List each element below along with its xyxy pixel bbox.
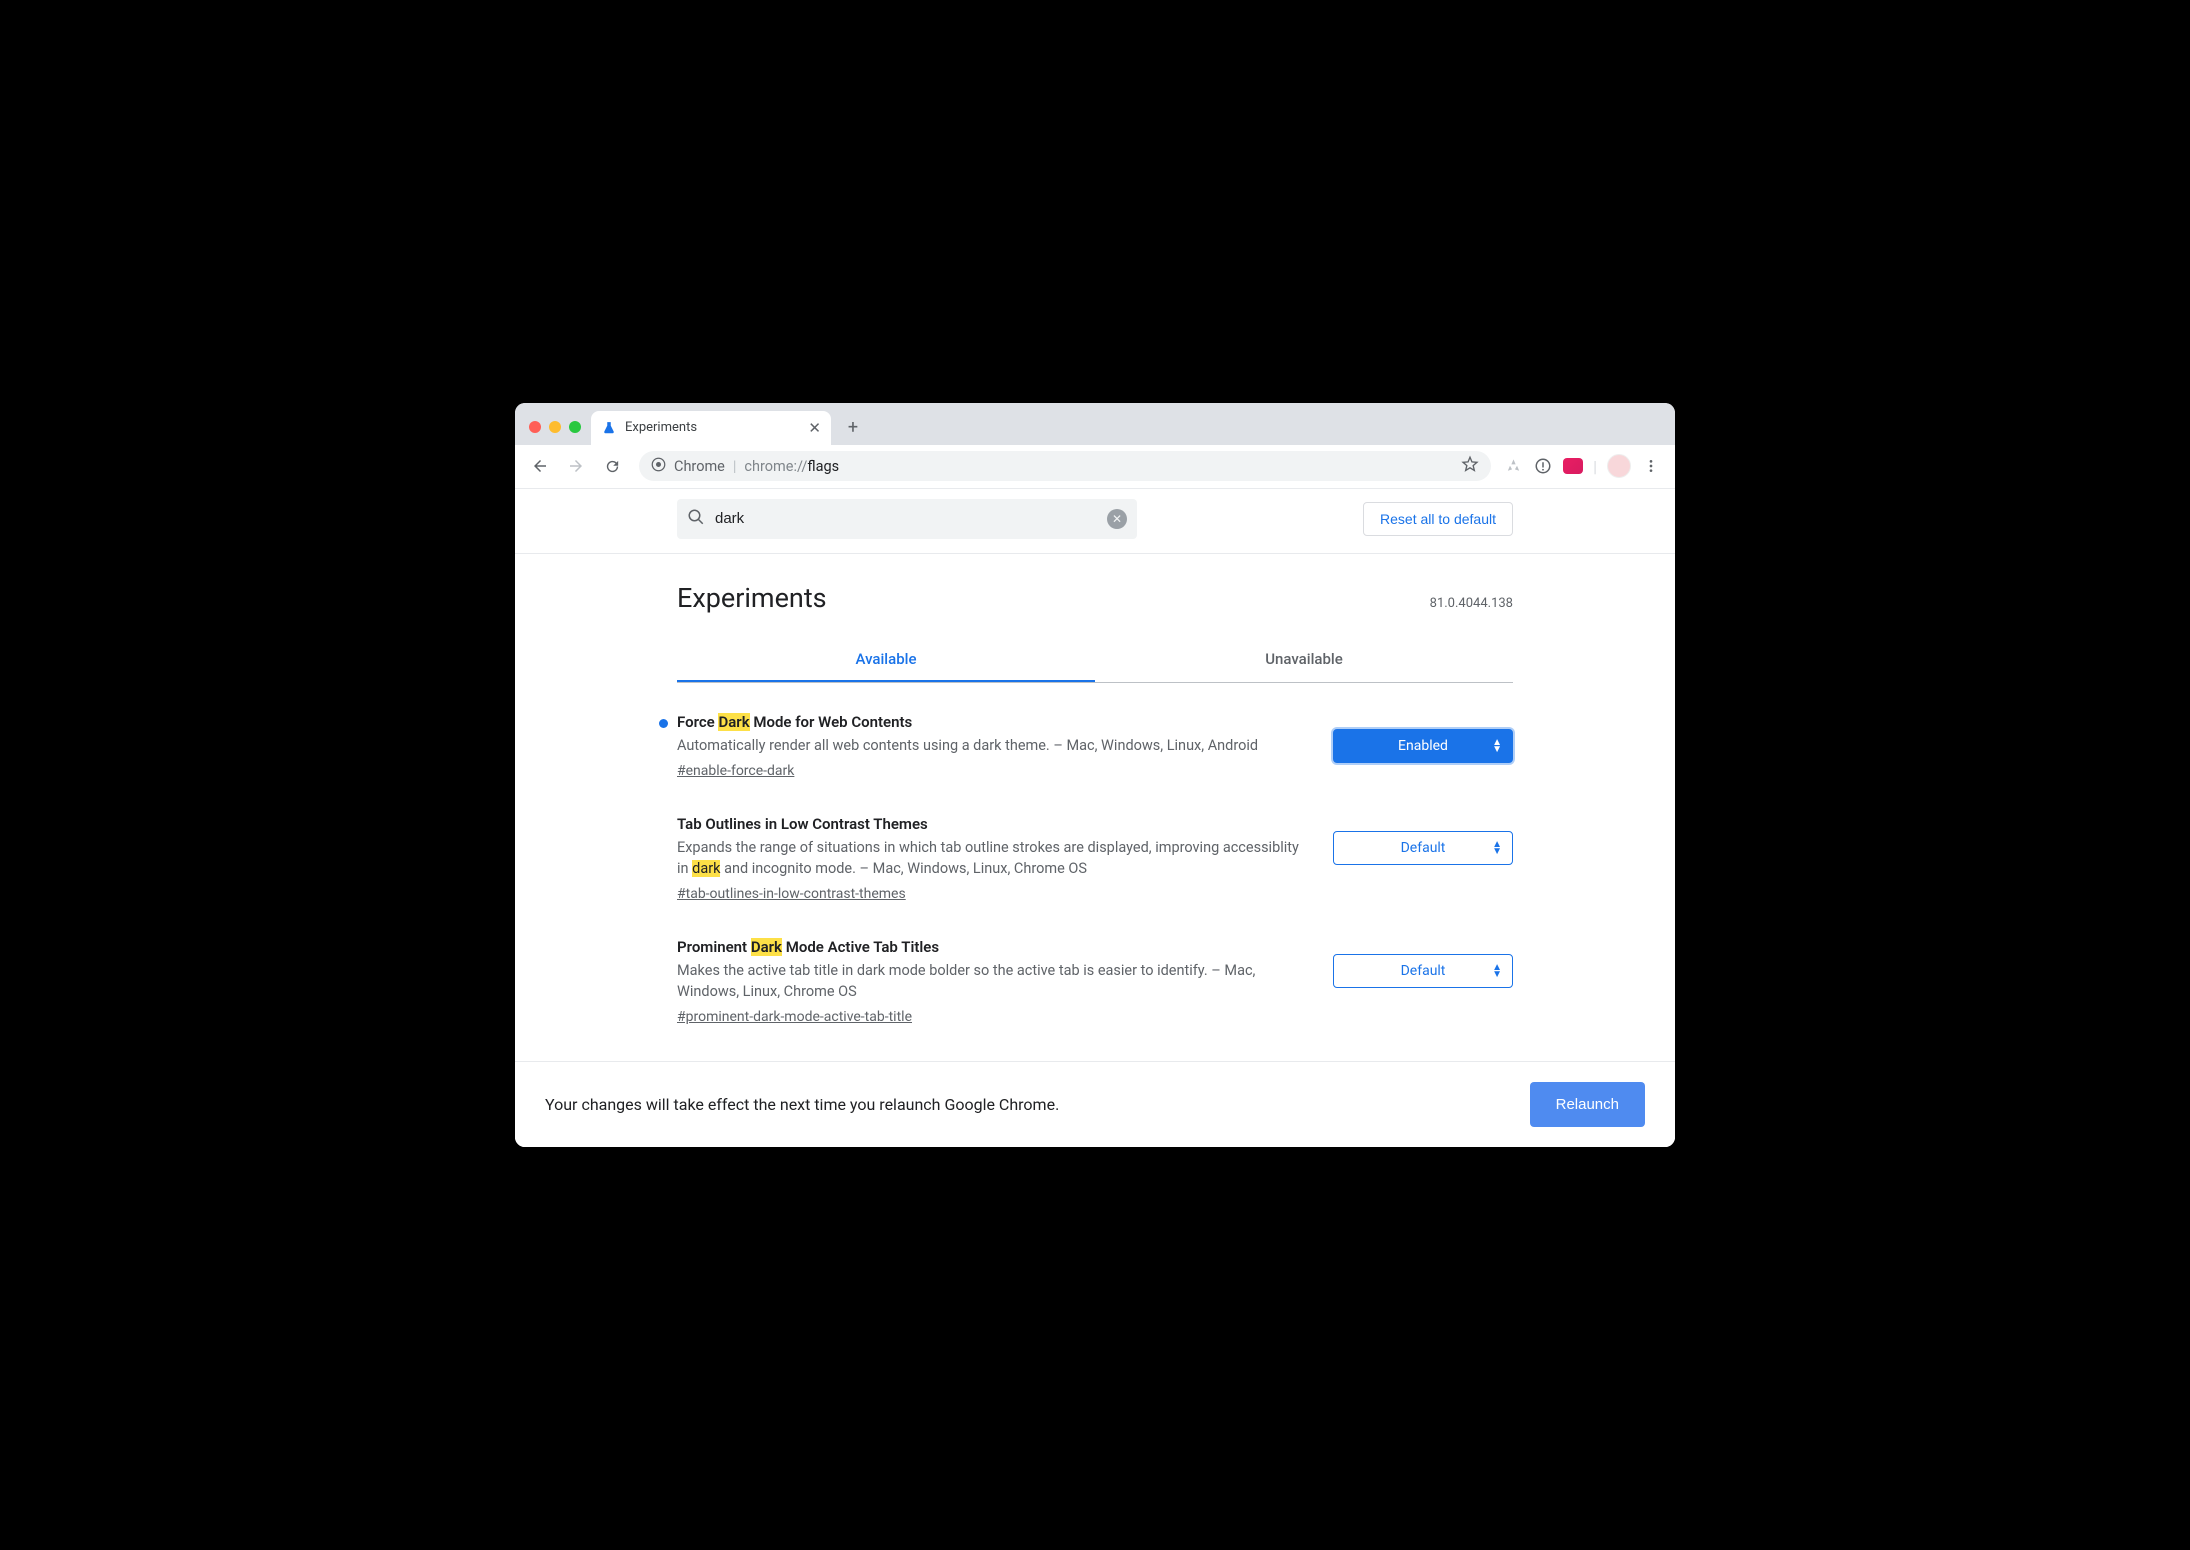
experiment-select[interactable]: Default ▲▼ [1333, 831, 1513, 865]
experiment-row: Force Dark Mode for Web Contents Automati… [677, 713, 1513, 779]
close-tab-icon[interactable]: ✕ [808, 419, 821, 437]
browser-window: Experiments ✕ + Chrome | chrome://flags [515, 403, 1675, 1147]
extension-icon-1[interactable] [1503, 456, 1523, 476]
experiment-title: Prominent Dark Mode Active Tab Titles [677, 938, 1309, 956]
chevron-updown-icon: ▲▼ [1492, 964, 1502, 978]
search-input[interactable] [715, 510, 1097, 527]
experiment-description: Makes the active tab title in dark mode … [677, 960, 1309, 1002]
omnibox-separator: | [733, 458, 737, 475]
search-highlight: dark [692, 860, 720, 877]
experiment-control: Enabled ▲▼ [1333, 713, 1513, 779]
experiment-control: Default ▲▼ [1333, 938, 1513, 1025]
omnibox-chip: Chrome [674, 458, 725, 475]
select-value: Default [1401, 963, 1446, 979]
extension-icon-3[interactable] [1563, 456, 1583, 476]
tab-unavailable[interactable]: Unavailable [1095, 638, 1513, 682]
select-value: Enabled [1398, 738, 1448, 754]
experiment-title: Tab Outlines in Low Contrast Themes [677, 815, 1309, 833]
chevron-updown-icon: ▲▼ [1492, 841, 1502, 855]
minimize-window-button[interactable] [549, 421, 561, 433]
experiments-list: Force Dark Mode for Web Contents Automati… [677, 683, 1513, 1025]
chevron-updown-icon: ▲▼ [1492, 739, 1502, 753]
experiment-permalink[interactable]: #prominent-dark-mode-active-tab-title [677, 1009, 912, 1025]
experiment-text: Force Dark Mode for Web Contents Automati… [677, 713, 1309, 779]
clear-search-button[interactable]: ✕ [1107, 509, 1127, 529]
experiment-control: Default ▲▼ [1333, 815, 1513, 902]
reset-all-button[interactable]: Reset all to default [1363, 502, 1513, 536]
experiment-select[interactable]: Enabled ▲▼ [1333, 729, 1513, 763]
flask-icon [601, 420, 617, 436]
search-box[interactable]: ✕ [677, 499, 1137, 539]
omnibox-url: chrome://flags [744, 458, 839, 475]
bookmark-star-icon[interactable] [1461, 455, 1479, 477]
experiment-permalink[interactable]: #tab-outlines-in-low-contrast-themes [677, 886, 906, 902]
search-highlight: Dark [751, 938, 782, 956]
tab-strip: Experiments ✕ + [515, 403, 1675, 445]
experiment-description: Automatically render all web contents us… [677, 735, 1309, 756]
extension-icons: | [1503, 454, 1665, 478]
reload-button[interactable] [597, 451, 627, 481]
experiment-row: Prominent Dark Mode Active Tab Titles Mak… [677, 938, 1513, 1025]
experiment-text: Prominent Dark Mode Active Tab Titles Mak… [677, 938, 1309, 1025]
experiment-text: Tab Outlines in Low Contrast Themes Expan… [677, 815, 1309, 902]
experiment-permalink[interactable]: #enable-force-dark [677, 763, 794, 779]
tab-available[interactable]: Available [677, 638, 1095, 682]
browser-toolbar: Chrome | chrome://flags | [515, 445, 1675, 489]
search-icon [687, 508, 705, 530]
menu-icon[interactable] [1641, 456, 1661, 476]
experiment-select[interactable]: Default ▲▼ [1333, 954, 1513, 988]
tab-title: Experiments [625, 420, 697, 435]
maximize-window-button[interactable] [569, 421, 581, 433]
browser-tab[interactable]: Experiments ✕ [591, 411, 831, 445]
page-content: ✕ Reset all to default Experiments 81.0.… [515, 489, 1675, 1147]
modified-indicator [659, 719, 668, 728]
experiment-description: Expands the range of situations in which… [677, 837, 1309, 879]
experiment-title: Force Dark Mode for Web Contents [677, 713, 1309, 731]
tabs: Available Unavailable [677, 638, 1513, 683]
experiment-row: Tab Outlines in Low Contrast Themes Expan… [677, 815, 1513, 902]
extension-icon-2[interactable] [1533, 456, 1553, 476]
close-window-button[interactable] [529, 421, 541, 433]
forward-button[interactable] [561, 451, 591, 481]
version-label: 81.0.4044.138 [1430, 596, 1513, 611]
relaunch-message: Your changes will take effect the next t… [545, 1095, 1059, 1114]
profile-avatar[interactable] [1607, 454, 1631, 478]
new-tab-button[interactable]: + [839, 414, 867, 442]
toolbar-divider: | [1593, 457, 1597, 476]
address-bar[interactable]: Chrome | chrome://flags [639, 451, 1491, 481]
site-info-icon[interactable] [651, 457, 666, 476]
relaunch-bar: Your changes will take effect the next t… [515, 1061, 1675, 1147]
back-button[interactable] [525, 451, 555, 481]
search-highlight: Dark [718, 713, 749, 731]
window-controls [525, 421, 591, 445]
page-title: Experiments [677, 582, 827, 614]
select-value: Default [1401, 840, 1446, 856]
relaunch-button[interactable]: Relaunch [1530, 1082, 1645, 1127]
